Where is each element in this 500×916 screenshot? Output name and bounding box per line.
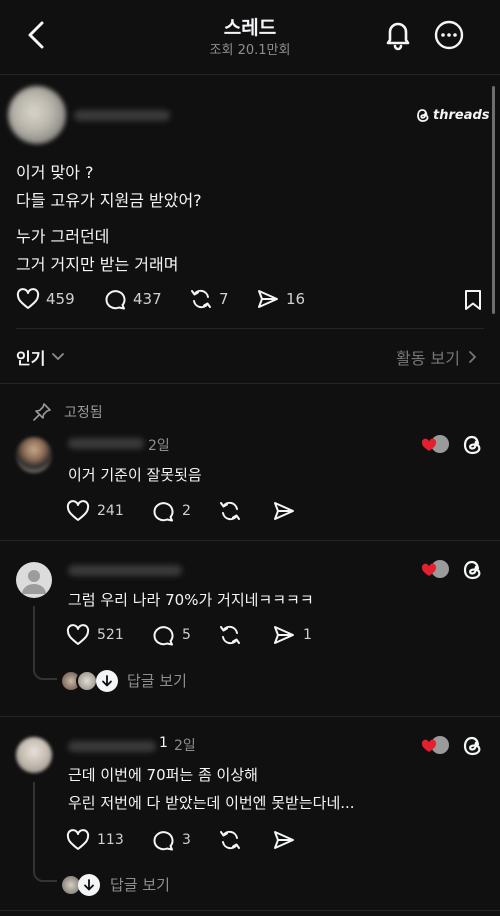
header-divider	[0, 74, 500, 75]
commenter-name-blurred[interactable]	[68, 438, 144, 449]
chevron-down-icon	[52, 353, 65, 361]
arrow-down-icon	[78, 874, 100, 896]
repost-icon	[191, 289, 211, 309]
commenter-name-blurred[interactable]	[68, 565, 182, 576]
divider	[16, 328, 484, 329]
comment-time: 2일	[148, 438, 170, 454]
heart-icon	[66, 624, 90, 645]
threads-icon[interactable]	[462, 559, 484, 581]
comment-text-line: 우린 저번에 다 받았는데 이번엔 못받는다네...	[68, 794, 355, 812]
comment-like-button[interactable]: 241	[66, 500, 124, 522]
comment-time: 2일	[174, 738, 196, 754]
see-replies-link[interactable]: 답글 보기	[127, 670, 187, 691]
reply-connector	[33, 862, 57, 882]
author-avatar[interactable]	[8, 86, 66, 144]
comment-like-button[interactable]: 521	[66, 624, 124, 646]
sort-popular-dropdown[interactable]: 인기	[16, 345, 65, 369]
scrollbar[interactable]	[492, 86, 495, 314]
reply-avatar	[76, 670, 98, 692]
default-avatar-icon	[22, 570, 46, 594]
share-button[interactable]: 16	[256, 288, 305, 310]
commenter-name-blurred[interactable]	[68, 741, 156, 752]
commenter-name-suffix: 1	[159, 735, 168, 751]
comment-reply-button[interactable]: 5	[151, 624, 191, 646]
repost-icon[interactable]	[218, 829, 242, 851]
threads-brand: threads	[416, 105, 490, 125]
comment-text-line: 근데 이번에 70퍼는 좀 이상해	[68, 766, 258, 784]
send-icon[interactable]	[272, 500, 296, 522]
heart-icon	[16, 288, 40, 309]
arrow-down-icon	[96, 670, 118, 692]
threads-icon[interactable]	[462, 434, 484, 456]
liked-by-author-badge	[421, 560, 449, 578]
see-replies-link[interactable]: 답글 보기	[110, 874, 170, 895]
post-text-line: 누가 그러던데	[16, 227, 110, 246]
liked-by-author-badge	[421, 435, 449, 453]
view-activity-link[interactable]: 활동 보기	[396, 345, 478, 369]
divider	[0, 383, 500, 384]
comment-icon	[153, 831, 174, 851]
comment-text: 그럼 우리 나라 70%가 거지네ㅋㅋㅋㅋ	[68, 591, 314, 609]
post-text-line: 그거 거지만 받는 거래며	[16, 255, 179, 274]
threads-logo-icon	[417, 108, 429, 122]
heart-icon	[66, 500, 90, 521]
comment-text: 이거 기준이 잘못됫음	[68, 466, 202, 484]
divider	[0, 716, 500, 717]
comment-reply-button[interactable]: 3	[151, 829, 191, 851]
like-button[interactable]: 459	[16, 288, 75, 310]
send-icon[interactable]	[272, 829, 296, 851]
page-title: 스레드	[223, 17, 277, 39]
view-count: 조회 20.1만회	[209, 43, 291, 58]
send-icon	[258, 290, 278, 308]
divider	[0, 540, 500, 541]
reply-avatars[interactable]	[60, 670, 118, 692]
comment-icon	[153, 502, 174, 522]
divider	[0, 910, 500, 911]
comment-button[interactable]: 437	[103, 288, 162, 310]
comment-reply-button[interactable]: 2	[151, 500, 191, 522]
heart-icon	[66, 829, 90, 850]
send-icon	[274, 626, 294, 644]
liked-by-author-badge	[421, 736, 449, 754]
repost-icon[interactable]	[218, 500, 242, 522]
comment-avatar[interactable]	[16, 437, 52, 473]
thread-line	[33, 782, 35, 872]
bookmark-icon[interactable]	[463, 289, 483, 311]
pin-icon	[33, 403, 51, 421]
more-options-icon[interactable]	[433, 19, 465, 51]
reply-avatars[interactable]	[60, 874, 100, 896]
comment-avatar[interactable]	[16, 562, 52, 598]
chevron-right-icon	[469, 351, 477, 363]
repost-button[interactable]: 7	[189, 288, 229, 310]
repost-icon[interactable]	[218, 624, 242, 646]
comment-icon	[153, 626, 174, 646]
threads-icon[interactable]	[462, 735, 484, 757]
post-text-line: 다들 고유가 지원금 받았어?	[16, 191, 202, 210]
author-name-blurred[interactable]	[74, 110, 170, 121]
bell-icon[interactable]	[383, 17, 413, 51]
reply-connector	[33, 660, 57, 680]
comment-icon	[105, 290, 126, 310]
comment-like-button[interactable]: 113	[66, 829, 124, 851]
pinned-label: 고정됨	[32, 402, 103, 422]
comment-avatar[interactable]	[16, 737, 52, 773]
post-text-line: 이거 맞아 ?	[16, 163, 94, 182]
comment-share-button[interactable]: 1	[272, 624, 312, 646]
